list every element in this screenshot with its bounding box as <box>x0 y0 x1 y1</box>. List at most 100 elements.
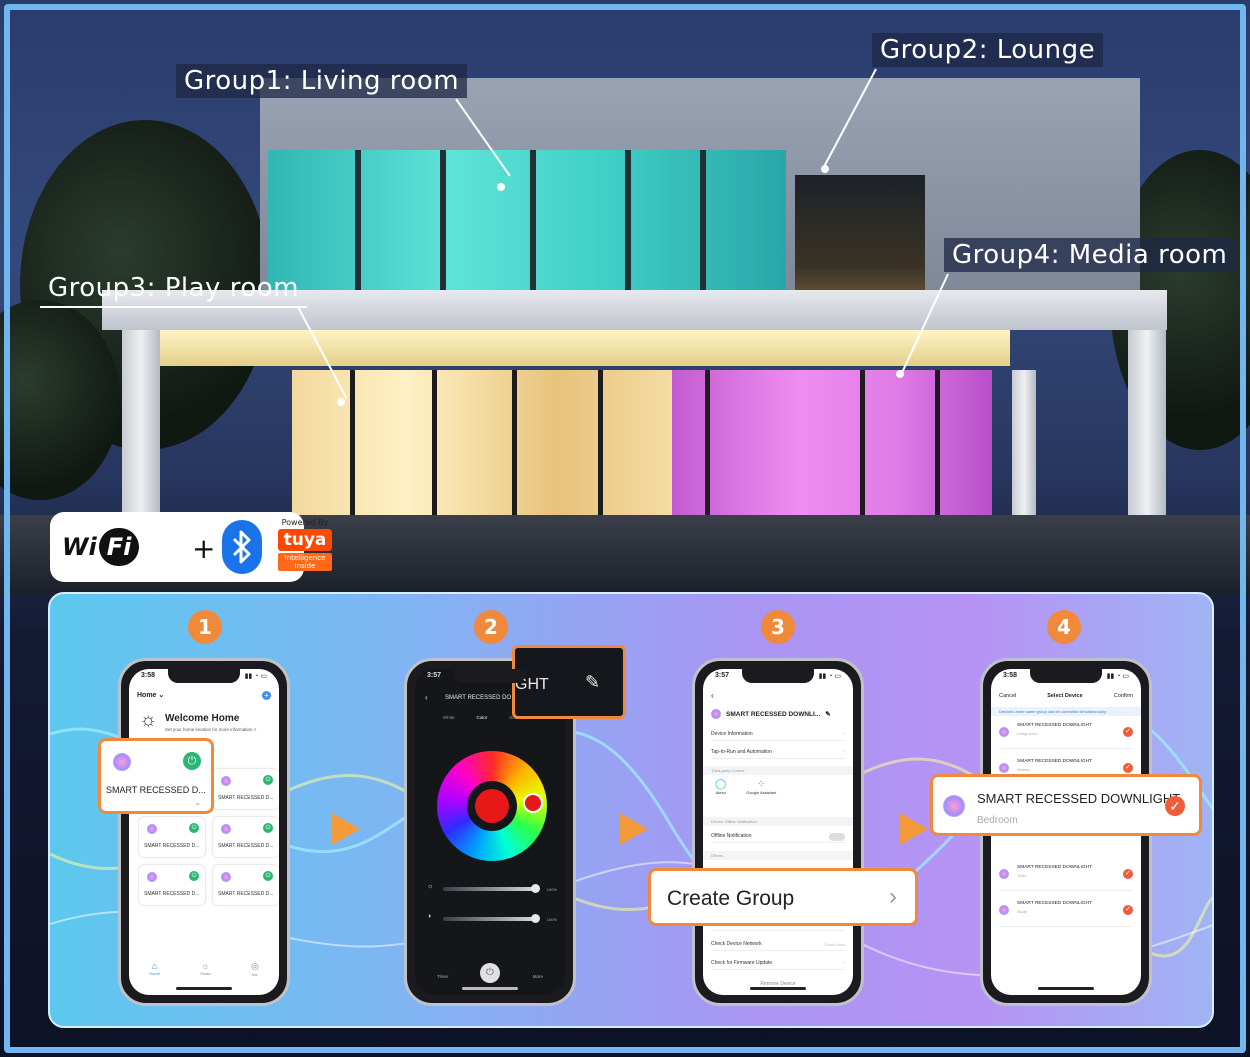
device-tile[interactable]: ⏻ SMART RECESSED D... <box>213 817 279 857</box>
saturation-slider-handle[interactable] <box>531 914 540 923</box>
firmware-update-label: Check for Firmware Update <box>711 960 773 966</box>
device-room: Kitchen <box>1017 768 1030 772</box>
mullion <box>700 150 706 290</box>
device-name-zoom: SMART RECESSED DOWNLIGHT <box>977 791 1181 806</box>
callout-group2-label: Group2: Lounge <box>880 35 1096 65</box>
checkmark-icon[interactable]: ✓ <box>1123 727 1133 737</box>
phone-notch <box>168 669 240 683</box>
tap-to-run-row[interactable]: Tap-to-Run and Automation › <box>711 749 845 759</box>
device-list-item-zoom[interactable]: SMART RECESSED DOWNLIGHT Bedroom ✓ <box>930 774 1202 836</box>
alexa-icon: ◯ <box>715 779 727 790</box>
home-indicator <box>750 987 806 990</box>
device-tile-zoom-label: SMART RECESSED D... <box>106 785 206 795</box>
mullion <box>860 370 865 515</box>
status-time: 3:57 <box>715 672 730 679</box>
device-list-item[interactable]: SMART RECESSED DOWNLIGHT Toilet ✓ <box>999 861 1133 891</box>
lounge-room <box>795 175 925 290</box>
chevron-down-icon[interactable]: ⌄ <box>194 798 201 807</box>
device-tile[interactable]: ⏻ SMART RECESSED D... <box>213 865 279 905</box>
select-device-header: Cancel Select Device Confirm <box>999 693 1133 699</box>
callout-group1-label: Group1: Living room <box>184 66 460 96</box>
chevron-right-icon: › <box>843 749 845 755</box>
callout-underline <box>40 306 307 308</box>
checkmark-icon[interactable]: ✓ <box>1123 905 1133 915</box>
pillar <box>122 330 160 515</box>
cancel-button[interactable]: Cancel <box>999 693 1016 699</box>
phone-3-screen: 3:57 ▮▮ ◔ ▭ ‹ SMART RECESSED DOWNLI... ✎… <box>703 669 853 995</box>
bulb-icon <box>147 824 157 834</box>
brightness-slider[interactable] <box>443 887 535 891</box>
edit-pencil-icon[interactable]: ✎ <box>585 672 600 693</box>
welcome-subtitle[interactable]: Set your home location for more informat… <box>165 727 256 732</box>
power-icon[interactable]: ⏻ <box>480 963 500 983</box>
device-name: SMART RECESSED DOWNLIGHT <box>1017 901 1092 906</box>
mullion <box>530 150 536 290</box>
back-chevron-icon[interactable]: ‹ <box>711 691 714 700</box>
device-tile[interactable]: ⏻ SMART RECESSED D... <box>213 769 279 809</box>
checkmark-icon[interactable]: ✓ <box>1165 796 1185 816</box>
living-room-window <box>268 150 786 290</box>
google-assistant-label: Google Assistant <box>746 790 777 795</box>
bulb-icon <box>221 776 231 786</box>
confirm-button[interactable]: Confirm <box>1114 693 1133 699</box>
offline-notification-toggle[interactable] <box>829 833 845 841</box>
brightness-icon: ☼ <box>427 883 434 890</box>
device-name: SMART RECESSED DOWNLIGHT <box>1017 723 1092 728</box>
status-icons: ▮▮ ◔ ▭ <box>244 673 267 680</box>
power-icon[interactable]: ⏻ <box>189 823 199 833</box>
tab-smart-label: Smart <box>200 971 211 976</box>
device-list-item[interactable]: SMART RECESSED DOWNLIGHT Living room ✓ <box>999 719 1133 749</box>
edit-pencil-icon[interactable]: ✎ <box>825 710 830 718</box>
back-chevron-icon[interactable]: ‹ <box>425 693 428 702</box>
selected-color-swatch <box>475 789 509 823</box>
device-information-row[interactable]: Device Information › <box>711 731 845 741</box>
checkmark-icon[interactable]: ✓ <box>1123 763 1133 773</box>
power-icon[interactable]: ⏻ <box>189 871 199 881</box>
brightness-slider-handle[interactable] <box>531 884 540 893</box>
device-tile[interactable]: ⏻ SMART RECESSED D... <box>139 865 205 905</box>
device-list-item[interactable]: SMART RECESSED DOWNLIGHT Study ✓ <box>999 897 1133 927</box>
power-icon[interactable]: ⏻ <box>183 752 201 770</box>
device-tile-label: SMART RECESSED D... <box>144 891 200 897</box>
device-tile[interactable]: ⏻ SMART RECESSED D... <box>139 817 205 857</box>
color-wheel-handle[interactable] <box>523 793 543 813</box>
tab-me[interactable]: ◎ Me <box>251 961 259 981</box>
tab-me-label: Me <box>252 972 258 977</box>
callout-group4-label: Group4: Media room <box>952 240 1228 270</box>
google-assistant-option[interactable]: ⁘ Google Assistant <box>746 779 776 795</box>
saturation-slider[interactable] <box>443 917 535 921</box>
tab-home[interactable]: ⌂ Home <box>149 961 160 981</box>
alexa-option[interactable]: ◯ Alexa <box>715 779 726 795</box>
connectivity-logo-badge: Wi Fi + Powered By tuya Intelligence Ins… <box>50 512 332 582</box>
tab-color[interactable]: Color <box>477 715 488 720</box>
create-group-label: Create Group <box>667 887 795 910</box>
power-icon[interactable]: ⏻ <box>263 823 273 833</box>
mullion <box>440 150 446 290</box>
tab-home-label: Home <box>149 971 160 976</box>
check-device-network-row[interactable]: Check Device Network Check Now <box>711 941 845 951</box>
power-icon[interactable]: ⏻ <box>263 775 273 785</box>
power-icon[interactable]: ⏻ <box>263 871 273 881</box>
callout-group3: Group3: Play room <box>40 271 307 308</box>
callout-group4: Group4: Media room <box>944 238 1236 272</box>
checkmark-icon[interactable]: ✓ <box>1123 869 1133 879</box>
bulb-icon <box>221 824 231 834</box>
device-room-zoom: Bedroom <box>977 815 1018 826</box>
tab-smart[interactable]: ☼ Smart <box>200 961 211 981</box>
create-group-button[interactable]: Create Group › <box>648 868 918 926</box>
tab-white[interactable]: White <box>443 715 455 720</box>
bulb-icon <box>147 872 157 882</box>
firmware-update-row[interactable]: Check for Firmware Update › <box>711 960 845 970</box>
device-tile-zoom[interactable]: ⏻ SMART RECESSED D... ⌄ <box>98 738 214 814</box>
wifi-logo-left: Wi <box>62 533 97 561</box>
media-room-window <box>672 370 992 515</box>
bulb-icon <box>999 905 1009 915</box>
more-button[interactable]: More <box>533 974 543 979</box>
tap-to-run-label: Tap-to-Run and Automation <box>711 749 772 755</box>
home-selector[interactable]: Home ⌄ <box>137 691 164 699</box>
plus-sign: + <box>192 532 216 565</box>
color-wheel[interactable] <box>437 751 547 861</box>
check-now-label: Check Now <box>824 942 845 947</box>
timer-button[interactable]: Timer <box>437 974 448 979</box>
add-device-icon[interactable]: + <box>262 691 271 700</box>
